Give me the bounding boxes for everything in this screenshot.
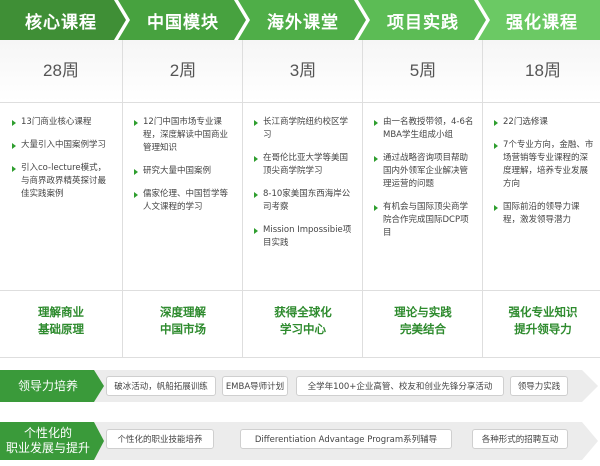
arrow-bullet-icon — [494, 205, 498, 211]
arrow-bullet-icon — [12, 166, 16, 172]
list-item: 儒家伦理、中国哲学等人文课程的学习 — [134, 188, 234, 214]
stage-weeks: 3周 — [289, 61, 317, 80]
stage-items-practice: 由一名教授带领，4-6名MBA学生组成小组 通过战略咨询项目帮助国内外领军企业解… — [374, 116, 474, 250]
column-divider — [482, 40, 483, 358]
stage-items-overseas: 长江商学院纽约校区学习 在哥伦比亚大学等美国顶尖商学院学习 8-10家美国东西海… — [254, 116, 354, 260]
leadership-bar-label: 领导力培养 — [17, 378, 78, 393]
list-item: 22门选修课 — [494, 116, 594, 129]
arrow-bullet-icon — [374, 156, 378, 162]
stage-items-core: 13门商业核心课程 大量引入中国案例学习 引入co-lecture模式，与商界政… — [12, 116, 112, 211]
arrow-bullet-icon — [134, 192, 138, 198]
arrow-bullet-icon — [494, 120, 498, 126]
arrow-bullet-icon — [254, 192, 258, 198]
leadership-tag: 领导力实践 — [510, 376, 568, 396]
stage-outcome: 理论与实践 完美结合 — [394, 305, 452, 336]
column-divider — [122, 40, 123, 358]
list-item: 研究大量中国案例 — [134, 165, 234, 178]
list-item: 长江商学院纽约校区学习 — [254, 116, 354, 142]
list-item: 13门商业核心课程 — [12, 116, 112, 129]
column-divider — [362, 40, 363, 358]
stage-weeks: 5周 — [409, 61, 437, 80]
stage-title-core: 核心课程 — [25, 12, 97, 33]
arrow-bullet-icon — [374, 205, 378, 211]
list-item: 12门中国市场专业课程，深度解读中国商业管理知识 — [134, 116, 234, 155]
stage-outcome: 理解商业 基础原理 — [38, 305, 84, 336]
arrow-bullet-icon — [494, 143, 498, 149]
list-item: 在哥伦比亚大学等美国顶尖商学院学习 — [254, 152, 354, 178]
arrow-bullet-icon — [134, 120, 138, 126]
career-tag: 各种形式的招聘互动 — [472, 429, 568, 449]
list-item: 8-10家美国东西海岸公司考察 — [254, 188, 354, 214]
list-item: 由一名教授带领，4-6名MBA学生组成小组 — [374, 116, 474, 142]
stage-items-china: 12门中国市场专业课程，深度解读中国商业管理知识 研究大量中国案例 儒家伦理、中… — [134, 116, 234, 224]
stage-weeks: 18周 — [525, 61, 561, 80]
arrow-bullet-icon — [12, 120, 16, 126]
table-bottom-divider — [0, 357, 600, 358]
arrow-bullet-icon — [254, 120, 258, 126]
outcome-row-divider — [0, 290, 600, 291]
leadership-tag: 全学年100+企业高管、校友和创业先锋分享活动 — [296, 376, 504, 396]
career-tag: 个性化的职业技能培养 — [106, 429, 214, 449]
arrow-bullet-icon — [374, 120, 378, 126]
weeks-row-divider — [0, 102, 600, 103]
stage-weeks: 28周 — [43, 61, 79, 80]
stage-title-practice: 项目实践 — [387, 12, 459, 33]
list-item: 大量引入中国案例学习 — [12, 139, 112, 152]
stage-outcome: 获得全球化 学习中心 — [274, 305, 332, 336]
career-tag: Differentiation Advantage Program系列辅导 — [240, 429, 452, 449]
stage-items-advanced: 22门选修课 7个专业方向，金融、市场营销等专业课程的深度理解，培养专业发展方向… — [494, 116, 594, 237]
column-divider — [242, 40, 243, 358]
list-item: 有机会与国际顶尖商学院合作完成国际DCP项目 — [374, 201, 474, 240]
arrow-bullet-icon — [134, 169, 138, 175]
list-item: 国际前沿的领导力课程，激发领导潜力 — [494, 201, 594, 227]
arrow-bullet-icon — [12, 143, 16, 149]
list-item: Mission Impossibie项目实践 — [254, 224, 354, 250]
list-item: 通过战略咨询项目帮助国内外领军企业解决管理运营的问题 — [374, 152, 474, 191]
leadership-tag: EMBA导师计划 — [222, 376, 288, 396]
stage-title-overseas: 海外课堂 — [267, 12, 339, 33]
list-item: 7个专业方向，金融、市场营销等专业课程的深度理解，培养专业发展方向 — [494, 139, 594, 191]
stage-weeks: 2周 — [169, 61, 197, 80]
career-bar-label: 个性化的 职业发展与提升 — [5, 426, 90, 455]
stage-outcome: 强化专业知识 提升领导力 — [508, 305, 578, 336]
stage-outcome: 深度理解 中国市场 — [160, 305, 206, 336]
arrow-bullet-icon — [254, 156, 258, 162]
arrow-bullet-icon — [254, 228, 258, 234]
list-item: 引入co-lecture模式，与商界政界精英探讨最佳实践案例 — [12, 162, 112, 201]
leadership-tag: 破冰活动，帆船拓展训练 — [106, 376, 216, 396]
stage-title-china: 中国模块 — [147, 12, 219, 33]
stage-title-advanced: 强化课程 — [506, 12, 578, 33]
